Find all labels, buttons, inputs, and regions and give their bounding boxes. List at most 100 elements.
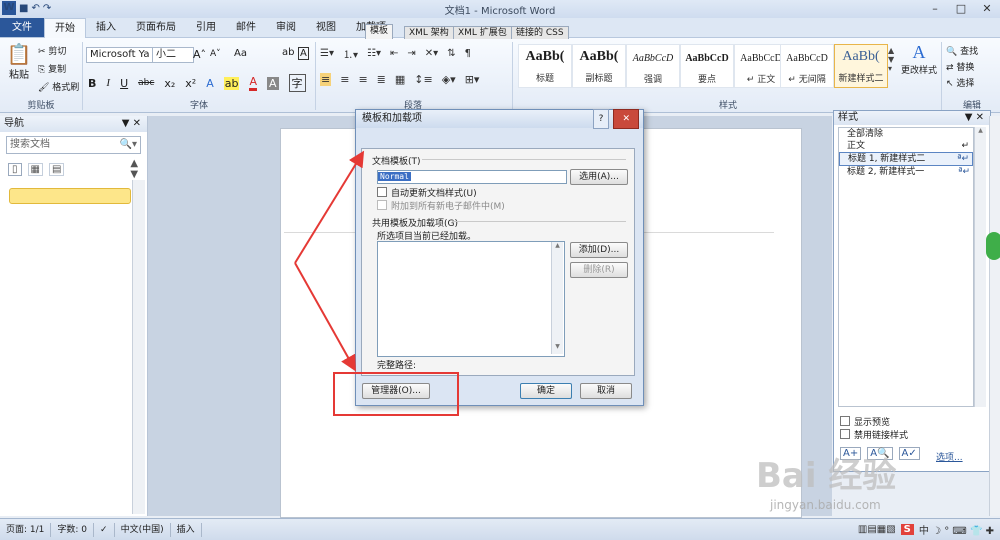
highlight-icon[interactable]: ab — [223, 76, 240, 90]
auto-update-checkbox[interactable]: 自动更新文档样式(U) — [377, 186, 477, 199]
proofing-icon[interactable]: ✓ — [94, 522, 115, 537]
template-path-input[interactable]: Normal — [377, 170, 567, 184]
pane-menu-and-close-icon[interactable]: ▼ ✕ — [965, 111, 984, 125]
cut-button[interactable]: ✂ 剪切 — [38, 44, 66, 57]
undo-icon[interactable]: ↶ — [31, 3, 39, 14]
tab-templates[interactable]: 模板 — [365, 24, 394, 39]
shading-icon[interactable]: ◈▾ — [442, 73, 456, 86]
tab-file[interactable]: 文件 — [0, 18, 44, 37]
pane-menu-and-close-icon[interactable]: ▼ ✕ — [122, 116, 141, 132]
ime-logo-icon[interactable]: S — [900, 524, 914, 535]
search-document-input[interactable]: 搜索文档 🔍▾ — [6, 136, 141, 154]
search-icon[interactable]: 🔍▾ — [120, 137, 137, 153]
cancel-button[interactable]: 取消 — [580, 383, 632, 399]
text-effects-icon[interactable]: A — [206, 77, 214, 90]
pages-view-icon[interactable]: ▦ — [27, 162, 43, 176]
style-item-clear-all[interactable]: 全部清除 — [839, 128, 973, 140]
align-right-icon[interactable]: ≡ — [358, 73, 367, 86]
style-no-spacing[interactable]: AaBbCcD ↵ 无间隔 — [780, 44, 834, 88]
align-center-icon[interactable]: ≡ — [340, 73, 349, 86]
align-left-icon[interactable]: ≡ — [320, 73, 332, 86]
style-item-normal[interactable]: 正文 ↵ — [839, 140, 973, 152]
decrease-indent-icon[interactable]: ⇤ — [390, 48, 398, 59]
show-marks-icon[interactable]: ¶ — [465, 48, 471, 59]
maximize-button[interactable]: □ — [948, 0, 974, 18]
save-icon[interactable]: ■ — [19, 3, 28, 14]
results-view-icon[interactable]: ▤ — [48, 162, 65, 176]
copy-button[interactable]: ⎘ 复制 — [38, 62, 66, 75]
tab-linked-css[interactable]: 链接的 CSS — [511, 26, 569, 39]
tab-mailings[interactable]: 邮件 — [226, 18, 266, 37]
font-size-select[interactable]: 小二 — [152, 47, 194, 63]
multilevel-list-icon[interactable]: ☷▾ — [367, 48, 381, 59]
status-insert-mode[interactable]: 插入 — [171, 522, 202, 537]
manage-styles-icon[interactable]: A✓ — [898, 447, 920, 460]
gallery-scroll-icon[interactable]: ▲ ▼ ▾ — [888, 46, 894, 73]
global-templates-list[interactable] — [377, 241, 565, 357]
font-name-select[interactable]: Microsoft Ya — [86, 47, 156, 63]
tab-references[interactable]: 引用 — [186, 18, 226, 37]
nav-heading-highlight[interactable] — [9, 188, 131, 204]
find-button[interactable]: 🔍 查找 — [946, 44, 978, 57]
tab-insert[interactable]: 插入 — [86, 18, 126, 37]
style-options-link[interactable]: 选项... — [936, 450, 963, 463]
view-buttons-icon[interactable]: ▥▤▦▧ — [858, 524, 896, 535]
shrink-font-button[interactable]: A˅ — [210, 49, 221, 59]
style-subtitle[interactable]: AaBb( 副标题 — [572, 44, 626, 88]
format-painter-button[interactable]: 🖌 格式刷 — [38, 80, 79, 93]
borders-icon[interactable]: ⊞▾ — [465, 73, 480, 86]
underline-button[interactable]: U — [120, 77, 128, 90]
status-words[interactable]: 字数: 0 — [51, 522, 95, 537]
strikethrough-button[interactable]: abc — [138, 78, 154, 88]
character-border-icon[interactable]: A — [298, 47, 309, 60]
status-language[interactable]: 中文(中国) — [115, 522, 171, 537]
asian-layout-icon[interactable]: ✕▾ — [425, 48, 438, 59]
replace-button[interactable]: ⇄ 替换 — [946, 60, 974, 73]
style-new-style-2[interactable]: AaBb( 新建样式二 — [834, 44, 888, 88]
headings-view-icon[interactable]: ▯ — [8, 162, 22, 176]
phonetic-guide-icon[interactable]: ab — [282, 47, 294, 58]
style-strong[interactable]: AaBbCcD 要点 — [680, 44, 734, 88]
tab-xml-expansion[interactable]: XML 扩展包 — [453, 26, 512, 39]
font-color-button[interactable]: A — [249, 75, 257, 91]
tab-xml-schema[interactable]: XML 架构 — [404, 26, 454, 39]
tab-review[interactable]: 审阅 — [266, 18, 306, 37]
attach-template-button[interactable]: 选用(A)... — [570, 169, 628, 185]
styles-list-scrollbar[interactable]: ▲ — [974, 127, 986, 407]
distributed-icon[interactable]: ▦ — [395, 73, 405, 86]
bullets-icon[interactable]: ☰▾ — [320, 48, 334, 59]
enclose-character-icon[interactable]: 字 — [288, 74, 306, 92]
document-scrollbar[interactable] — [989, 116, 1000, 516]
superscript-button[interactable]: x² — [185, 77, 196, 90]
disable-linked-checkbox[interactable]: 禁用链接样式 — [840, 428, 908, 441]
character-shading-icon[interactable]: A — [266, 76, 279, 90]
style-emphasis[interactable]: AaBbCcD 强调 — [626, 44, 680, 88]
close-button[interactable]: ✕ — [974, 0, 1000, 18]
tab-view[interactable]: 视图 — [306, 18, 346, 37]
increase-indent-icon[interactable]: ⇥ — [407, 48, 415, 59]
tab-page-layout[interactable]: 页面布局 — [126, 18, 186, 37]
justify-icon[interactable]: ≣ — [377, 73, 386, 86]
change-case-button[interactable]: Aa — [234, 48, 247, 59]
change-styles-button[interactable]: A 更改样式 — [900, 42, 938, 76]
styles-list[interactable]: 全部清除 正文 ↵ 标题 1, 新建样式二 ª↵ 标题 2, 新建样式一 ª↵ — [838, 127, 974, 407]
nav-prev-next-icon[interactable]: ▲ ▼ — [130, 158, 147, 180]
templates-list-scrollbar[interactable]: ▲ ▼ — [551, 242, 563, 354]
minimize-button[interactable]: – — [922, 0, 948, 18]
select-button[interactable]: ↖ 选择 — [946, 76, 974, 89]
show-preview-checkbox[interactable]: 显示预览 — [840, 415, 890, 428]
dialog-help-button[interactable]: ? — [592, 109, 610, 129]
nav-scrollbar[interactable] — [132, 180, 145, 514]
dialog-close-button[interactable]: ✕ — [613, 109, 639, 129]
subscript-button[interactable]: x₂ — [164, 77, 175, 90]
style-item-heading-1[interactable]: 标题 1, 新建样式二 ª↵ — [839, 152, 973, 166]
add-template-button[interactable]: 添加(D)... — [570, 242, 628, 258]
ok-button[interactable]: 确定 — [520, 383, 572, 399]
bold-button[interactable]: B — [88, 77, 96, 90]
numbering-icon[interactable]: ⒈▾ — [343, 46, 358, 61]
redo-icon[interactable]: ↷ — [43, 3, 51, 14]
style-title[interactable]: AaBb( 标题 — [518, 44, 572, 88]
italic-button[interactable]: I — [106, 77, 110, 89]
ime-tools-icon[interactable]: 中 ☽ ° ⌨ 👕 ✚ — [919, 522, 994, 537]
status-page[interactable]: 页面: 1/1 — [0, 522, 52, 537]
